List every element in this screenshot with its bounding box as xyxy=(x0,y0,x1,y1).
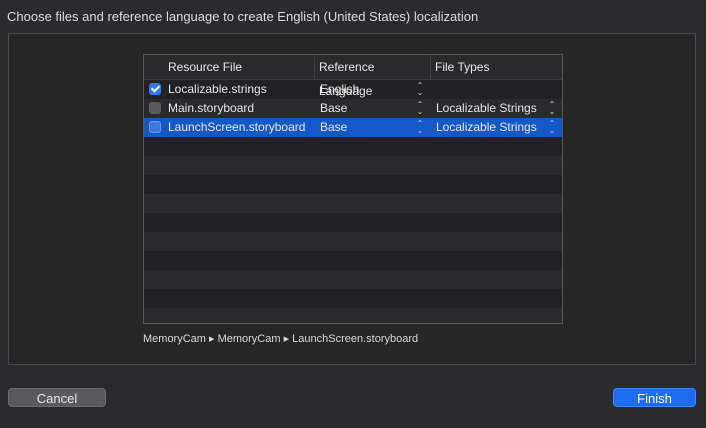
empty-row xyxy=(144,289,562,308)
include-checkbox[interactable] xyxy=(149,102,161,114)
empty-row xyxy=(144,137,562,156)
empty-row xyxy=(144,213,562,232)
empty-row xyxy=(144,156,562,175)
resource-table: Resource File Reference Language File Ty… xyxy=(143,54,563,324)
up-down-chevron-icon: ⌃ ⌄ xyxy=(416,81,424,97)
include-checkbox[interactable] xyxy=(149,121,161,133)
reference-language-value: Base xyxy=(320,101,348,115)
reference-language-popup[interactable]: Base ⌃ ⌄ xyxy=(314,99,430,118)
table-row[interactable]: Main.storyboard Base ⌃ ⌄ Localizable Stri… xyxy=(144,99,562,118)
up-down-chevron-icon: ⌃ ⌄ xyxy=(548,100,556,116)
table-header: Resource File Reference Language File Ty… xyxy=(144,55,562,98)
resource-file-name: Localizable.strings xyxy=(168,82,267,96)
reference-language-popup[interactable]: Base ⌃ ⌄ xyxy=(314,118,430,137)
localization-panel: Resource File Reference Language File Ty… xyxy=(8,33,696,365)
empty-row xyxy=(144,194,562,213)
resource-file-name: Main.storyboard xyxy=(168,101,255,115)
column-header-file-types[interactable]: File Types xyxy=(430,55,562,79)
reference-language-popup[interactable]: English ⌃ ⌄ xyxy=(314,80,430,99)
file-type-popup[interactable]: Localizable Strings ⌃ ⌄ xyxy=(430,99,562,118)
file-path-bar: MemoryCam ▸ MemoryCam ▸ LaunchScreen.sto… xyxy=(143,333,419,345)
checkbox-cell xyxy=(144,118,164,137)
empty-row xyxy=(144,270,562,289)
resource-file-name: LaunchScreen.storyboard xyxy=(168,120,306,134)
include-checkbox[interactable] xyxy=(149,83,161,95)
empty-row xyxy=(144,251,562,270)
up-down-chevron-icon: ⌃ ⌄ xyxy=(416,119,424,135)
file-type-value: Localizable Strings xyxy=(436,120,537,134)
column-header-checkbox xyxy=(144,55,164,79)
up-down-chevron-icon: ⌃ ⌄ xyxy=(548,119,556,135)
reference-language-value: English xyxy=(320,82,360,96)
table-row[interactable]: Localizable.strings English ⌃ ⌄ xyxy=(144,80,562,99)
table-row-selected[interactable]: LaunchScreen.storyboard Base ⌃ ⌄ Localiza… xyxy=(144,118,562,137)
column-header-resource-file[interactable]: Resource File xyxy=(164,55,314,79)
up-down-chevron-icon: ⌃ ⌄ xyxy=(416,100,424,116)
empty-row xyxy=(144,232,562,251)
reference-language-value: Base xyxy=(320,120,348,134)
column-header-reference-language[interactable]: Reference Language xyxy=(314,55,430,98)
dialog-title: Choose files and reference language to c… xyxy=(7,9,479,24)
checkbox-cell xyxy=(144,99,164,118)
cancel-button[interactable]: Cancel xyxy=(8,388,106,407)
checkbox-cell xyxy=(144,80,164,99)
empty-row xyxy=(144,175,562,194)
file-type-cell xyxy=(430,80,562,99)
finish-button[interactable]: Finish xyxy=(613,388,696,407)
file-type-popup[interactable]: Localizable Strings ⌃ ⌄ xyxy=(430,118,562,137)
empty-row xyxy=(144,308,562,323)
file-type-value: Localizable Strings xyxy=(436,101,537,115)
